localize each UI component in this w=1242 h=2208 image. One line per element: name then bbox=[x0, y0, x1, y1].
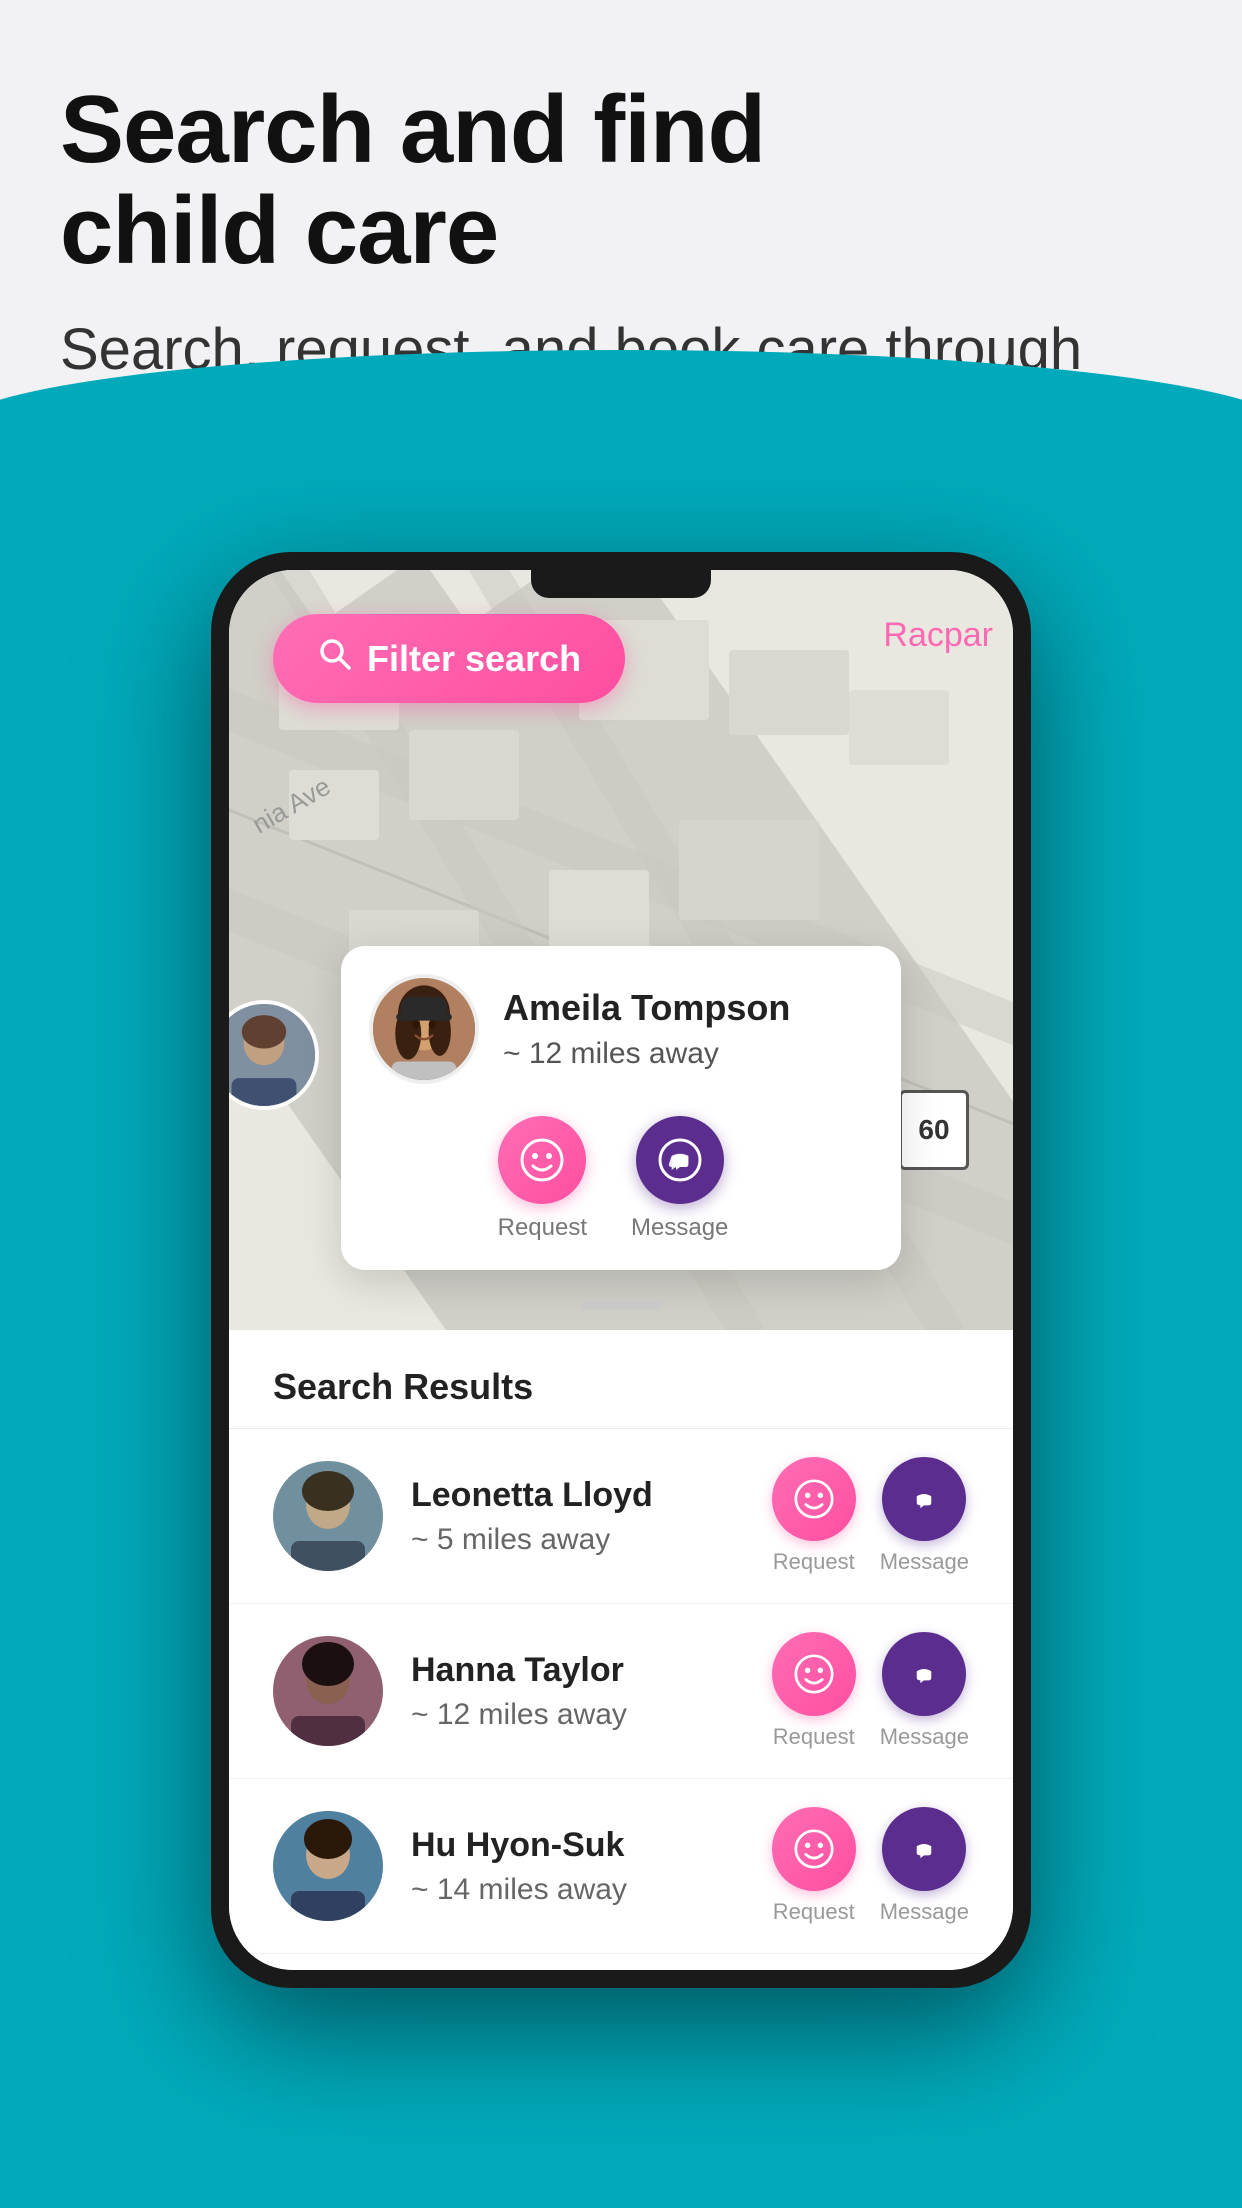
popup-message-button[interactable] bbox=[636, 1116, 724, 1204]
main-title: Search and find child care bbox=[60, 80, 1182, 282]
profile-popup-distance: ~ 12 miles away bbox=[503, 1037, 790, 1071]
phone-screen: Racpar nia Ave 60 Filter search bbox=[229, 570, 1013, 1970]
profile-popup-name: Ameila Tompson bbox=[503, 987, 790, 1029]
results-header: Search Results bbox=[229, 1330, 1013, 1429]
result-actions-2: Request Message bbox=[772, 1632, 969, 1750]
result-message-button-2[interactable] bbox=[882, 1632, 966, 1716]
popup-request-label: Request bbox=[498, 1214, 587, 1242]
result-actions-1: Request Message bbox=[772, 1457, 969, 1575]
result-request-label-3: Request bbox=[773, 1899, 855, 1925]
result-request-button-1[interactable] bbox=[772, 1457, 856, 1541]
popup-request-button[interactable] bbox=[498, 1116, 586, 1204]
result-request-action-1: Request bbox=[772, 1457, 856, 1575]
result-message-action-3: Message bbox=[880, 1807, 969, 1925]
result-message-button-3[interactable] bbox=[882, 1807, 966, 1891]
result-request-action-2: Request bbox=[772, 1632, 856, 1750]
result-name-3: Hu Hyon-Suk bbox=[411, 1826, 744, 1865]
popup-request-action: Request bbox=[498, 1116, 587, 1242]
result-message-label-1: Message bbox=[880, 1549, 969, 1575]
result-request-button-3[interactable] bbox=[772, 1807, 856, 1891]
profile-card-actions: Request bbox=[498, 1116, 729, 1242]
result-request-action-3: Request bbox=[772, 1807, 856, 1925]
result-message-label-2: Message bbox=[880, 1724, 969, 1750]
result-distance-3: ~ 14 miles away bbox=[411, 1873, 744, 1907]
result-actions-3: Request Message bbox=[772, 1807, 969, 1925]
filter-search-label: Filter search bbox=[367, 638, 581, 680]
search-icon bbox=[317, 636, 353, 681]
result-message-button-1[interactable] bbox=[882, 1457, 966, 1541]
result-message-action-1: Message bbox=[880, 1457, 969, 1575]
result-info-1: Leonetta Lloyd ~ 5 miles away bbox=[411, 1476, 744, 1557]
result-item: Hanna Taylor ~ 12 miles away bbox=[229, 1604, 1013, 1779]
filter-search-button[interactable]: Filter search bbox=[273, 614, 625, 703]
profile-popup-avatar bbox=[369, 974, 479, 1084]
result-message-label-3: Message bbox=[880, 1899, 969, 1925]
map-area: Racpar nia Ave 60 Filter search bbox=[229, 570, 1013, 1330]
phone-notch bbox=[531, 570, 711, 598]
profile-card-info: Ameila Tompson ~ 12 miles away bbox=[369, 974, 790, 1084]
map-label-racpar: Racpar bbox=[883, 616, 993, 655]
popup-message-label: Message bbox=[631, 1214, 728, 1242]
speed-limit-sign: 60 bbox=[899, 1090, 969, 1170]
phone-frame: Racpar nia Ave 60 Filter search bbox=[211, 552, 1031, 1988]
result-name-2: Hanna Taylor bbox=[411, 1651, 744, 1690]
result-request-label-2: Request bbox=[773, 1724, 855, 1750]
result-message-action-2: Message bbox=[880, 1632, 969, 1750]
results-section: Search Results Leonetta Ll bbox=[229, 1330, 1013, 1970]
result-info-2: Hanna Taylor ~ 12 miles away bbox=[411, 1651, 744, 1732]
result-avatar-3 bbox=[273, 1811, 383, 1921]
result-distance-2: ~ 12 miles away bbox=[411, 1698, 744, 1732]
result-request-label-1: Request bbox=[773, 1549, 855, 1575]
profile-card-popup: Ameila Tompson ~ 12 miles away bbox=[341, 946, 901, 1270]
result-avatar-1 bbox=[273, 1461, 383, 1571]
page-wrapper: Search and find child care Search, reque… bbox=[0, 0, 1242, 2208]
popup-message-action: Message bbox=[631, 1116, 728, 1242]
result-avatar-2 bbox=[273, 1636, 383, 1746]
result-item: Leonetta Lloyd ~ 5 miles away bbox=[229, 1429, 1013, 1604]
result-name-1: Leonetta Lloyd bbox=[411, 1476, 744, 1515]
drag-handle bbox=[581, 1302, 661, 1310]
profile-popup-info-text: Ameila Tompson ~ 12 miles away bbox=[503, 987, 790, 1071]
result-request-button-2[interactable] bbox=[772, 1632, 856, 1716]
result-distance-1: ~ 5 miles away bbox=[411, 1523, 744, 1557]
phone-area: Racpar nia Ave 60 Filter search bbox=[0, 552, 1242, 1988]
result-item: Hu Hyon-Suk ~ 14 miles away bbox=[229, 1779, 1013, 1954]
result-info-3: Hu Hyon-Suk ~ 14 miles away bbox=[411, 1826, 744, 1907]
